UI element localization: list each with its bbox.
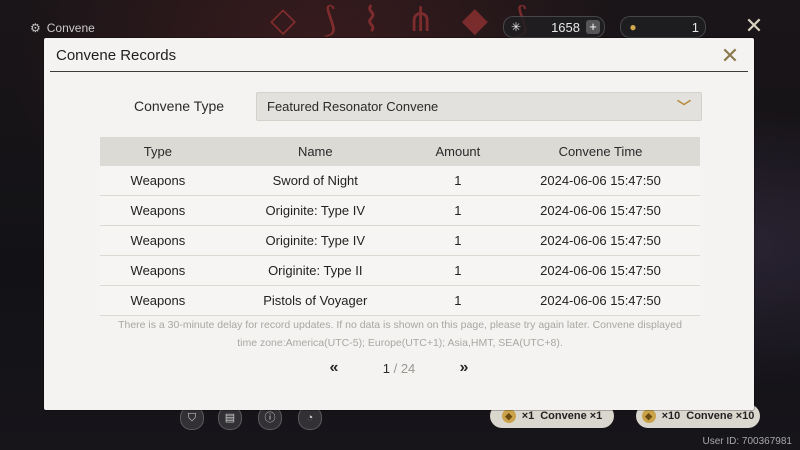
cell-name: Originite: Type IV bbox=[215, 225, 415, 256]
title-divider bbox=[50, 71, 748, 72]
top-bar: ⚙ Convene ✳ 1658 + ● 1 ✕ bbox=[0, 0, 800, 38]
cell-amount: 1 bbox=[414, 195, 501, 226]
tide-value: 1 bbox=[691, 19, 699, 35]
convene-x1-label: Convene ×1 bbox=[540, 410, 603, 422]
cell-amount: 1 bbox=[414, 166, 501, 196]
astrite-icon: ✳ bbox=[510, 20, 522, 34]
table-row: Weapons Sword of Night 1 2024-06-06 15:4… bbox=[100, 166, 700, 196]
table-row: Weapons Originite: Type IV 1 2024-06-06 … bbox=[100, 225, 700, 256]
convene-type-value: Featured Resonator Convene bbox=[267, 99, 439, 114]
tide-coin-icon: ◆ bbox=[641, 409, 656, 423]
convene-records-dialog: Convene Records ✕ Convene Type Featured … bbox=[44, 38, 754, 410]
cell-type: Weapons bbox=[100, 255, 216, 286]
astrite-value: 1658 bbox=[551, 19, 580, 35]
delay-notice-line1: There is a 30-minute delay for record up… bbox=[118, 319, 682, 331]
chevron-down-icon: ﹀ bbox=[677, 99, 691, 115]
close-icon[interactable]: ✕ bbox=[742, 14, 766, 38]
cell-name: Pistols of Voyager bbox=[215, 285, 415, 316]
cell-type: Weapons bbox=[100, 166, 216, 196]
page-indicator: 1 / 24 bbox=[383, 361, 416, 376]
close-icon[interactable]: ✕ bbox=[718, 44, 742, 68]
cell-amount: 1 bbox=[414, 225, 501, 256]
tide-balance: ● 1 bbox=[620, 16, 706, 38]
user-id: User ID: 700367981 bbox=[702, 436, 792, 447]
cell-name: Originite: Type II bbox=[215, 255, 415, 286]
cell-time: 2024-06-06 15:47:50 bbox=[500, 195, 700, 226]
cell-amount: 1 bbox=[414, 285, 501, 316]
column-header-amount: Amount bbox=[414, 137, 501, 166]
cell-type: Weapons bbox=[100, 285, 216, 316]
gear-icon: ⚙ bbox=[30, 21, 41, 35]
cell-time: 2024-06-06 15:47:50 bbox=[500, 225, 700, 256]
cell-type: Weapons bbox=[100, 225, 216, 256]
convene-type-select[interactable]: Featured Resonator Convene ﹀ bbox=[256, 92, 702, 121]
dialog-title: Convene Records bbox=[56, 47, 177, 64]
tide-coin-icon: ● bbox=[629, 20, 637, 34]
cell-amount: 1 bbox=[414, 255, 501, 286]
table-row: Weapons Originite: Type IV 1 2024-06-06 … bbox=[100, 195, 700, 226]
tide-coin-icon: ◆ bbox=[501, 409, 516, 423]
column-header-name: Name bbox=[215, 137, 415, 166]
table-header-row: Type Name Amount Convene Time bbox=[100, 137, 700, 166]
records-table: Type Name Amount Convene Time Weapons Sw… bbox=[100, 137, 700, 316]
cell-type: Weapons bbox=[100, 195, 216, 226]
cell-time: 2024-06-06 15:47:50 bbox=[500, 255, 700, 286]
cell-name: Originite: Type IV bbox=[215, 195, 415, 226]
table-row: Weapons Originite: Type II 1 2024-06-06 … bbox=[100, 255, 700, 286]
cell-name: Sword of Night bbox=[215, 166, 415, 196]
current-page: 1 bbox=[382, 360, 390, 376]
total-pages: 24 bbox=[400, 360, 416, 376]
convene-x10-count: ×10 bbox=[661, 410, 681, 422]
page-separator: / bbox=[393, 360, 398, 376]
convene-type-label: Convene Type bbox=[134, 98, 225, 114]
cell-time: 2024-06-06 15:47:50 bbox=[500, 285, 700, 316]
previous-page-icon[interactable]: « bbox=[324, 359, 344, 377]
column-header-time: Convene Time bbox=[500, 137, 700, 166]
convene-x1-count: ×1 bbox=[521, 410, 535, 422]
table-row: Weapons Pistols of Voyager 1 2024-06-06 … bbox=[100, 285, 700, 316]
delay-notice-line2: time zone:America(UTC-5); Europe(UTC+1);… bbox=[237, 337, 563, 349]
add-astrite-button[interactable]: + bbox=[586, 20, 600, 34]
cell-time: 2024-06-06 15:47:50 bbox=[500, 166, 700, 196]
window-title: ⚙ Convene bbox=[30, 21, 95, 35]
next-page-icon[interactable]: » bbox=[454, 359, 474, 377]
column-header-type: Type bbox=[100, 137, 216, 166]
delay-notice: There is a 30-minute delay for record up… bbox=[100, 316, 700, 352]
window-title-text: Convene bbox=[46, 21, 95, 35]
astrite-balance: ✳ 1658 + bbox=[503, 16, 605, 38]
pagination: « 1 / 24 » bbox=[324, 358, 474, 378]
convene-x10-label: Convene ×10 bbox=[686, 410, 755, 422]
